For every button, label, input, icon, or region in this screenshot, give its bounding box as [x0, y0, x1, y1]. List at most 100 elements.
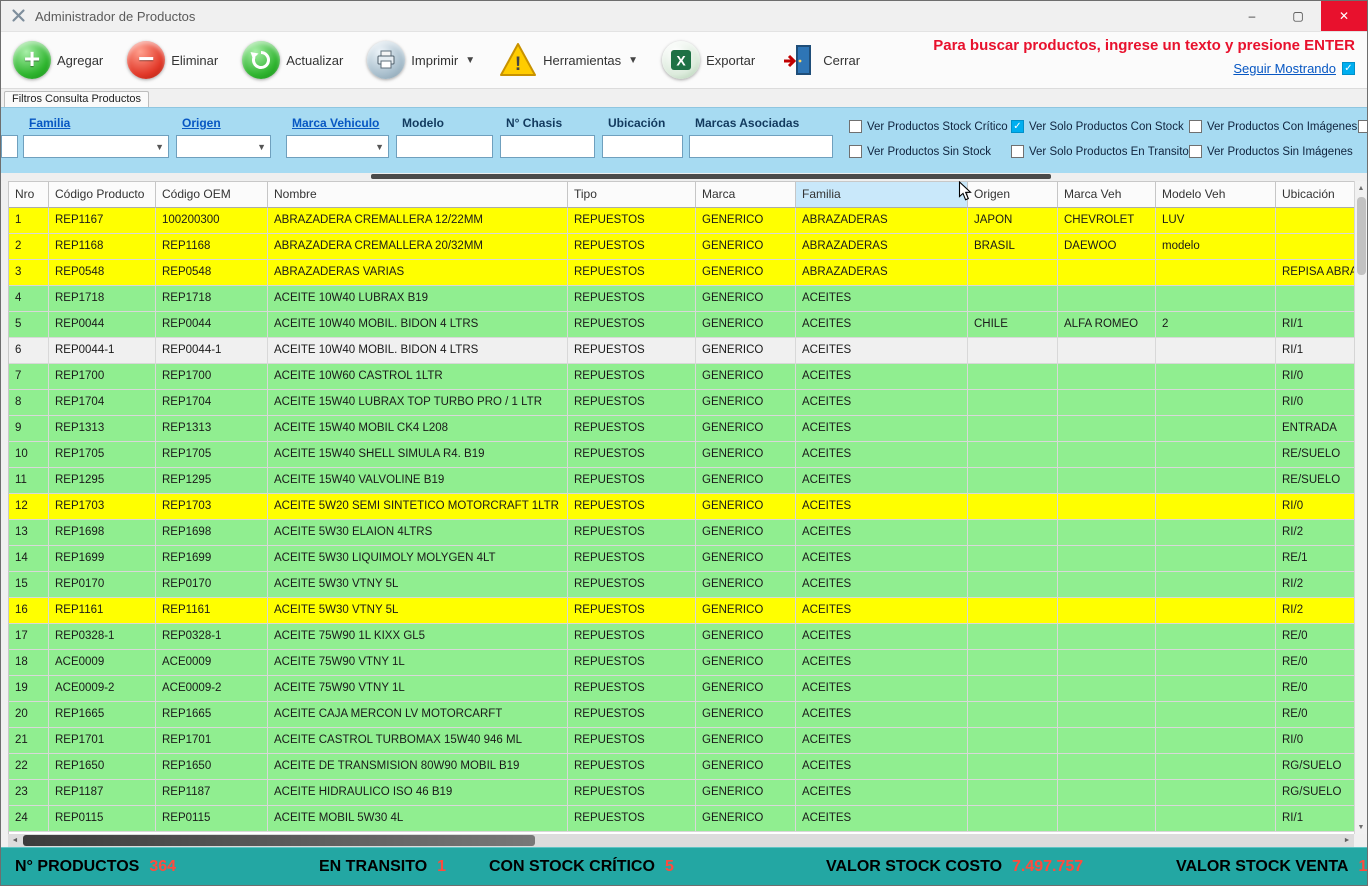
table-row[interactable]: 15REP0170REP0170ACEITE 5W30 VTNY 5LREPUE… [9, 572, 1354, 598]
table-row[interactable]: 3REP0548REP0548ABRAZADERAS VARIASREPUEST… [9, 260, 1354, 286]
cell: RI/0 [1276, 390, 1354, 416]
top-horizontal-scrollbar[interactable] [1, 173, 1367, 181]
table-row[interactable]: 14REP1699REP1699ACEITE 5W30 LIQUIMOLY MO… [9, 546, 1354, 572]
table-row[interactable]: 20REP1665REP1665ACEITE CAJA MERCON LV MO… [9, 702, 1354, 728]
table-row[interactable]: 6REP0044-1REP0044-1ACEITE 10W40 MOBIL. B… [9, 338, 1354, 364]
table-row[interactable]: 10REP1705REP1705ACEITE 15W40 SHELL SIMUL… [9, 442, 1354, 468]
table-row[interactable]: 12REP1703REP1703ACEITE 5W20 SEMI SINTETI… [9, 494, 1354, 520]
filter-input-ubicacion[interactable] [602, 135, 683, 158]
vertical-scrollbar-thumb[interactable] [1357, 197, 1366, 275]
column-header-nombre[interactable]: Nombre [268, 182, 568, 208]
table-row[interactable]: 11REP1295REP1295ACEITE 15W40 VALVOLINE B… [9, 468, 1354, 494]
checkbox-ver-productos-stock-critico[interactable]: Ver Productos Stock Crítico [849, 120, 1008, 133]
checkbox-ver-solo-productos-con-stock[interactable]: ✓Ver Solo Productos Con Stock [1011, 120, 1184, 133]
cell: REP0044-1 [49, 338, 156, 364]
maximize-button[interactable]: ▢ [1275, 1, 1321, 31]
cell: RI/2 [1276, 520, 1354, 546]
cell: GENERICO [696, 364, 796, 390]
cell: REPUESTOS [568, 416, 696, 442]
toolbar-search-area: Para buscar productos, ingrese un texto … [933, 37, 1355, 76]
column-header-marca-veh[interactable]: Marca Veh [1058, 182, 1156, 208]
cell: ACEITE DE TRANSMISION 80W90 MOBIL B19 [268, 754, 568, 780]
table-row[interactable]: 19ACE0009-2ACE0009-2ACEITE 75W90 VTNY 1L… [9, 676, 1354, 702]
column-header-familia[interactable]: Familia [796, 182, 968, 208]
cell: GENERICO [696, 416, 796, 442]
table-row[interactable]: 22REP1650REP1650ACEITE DE TRANSMISION 80… [9, 754, 1354, 780]
checkbox-ver-productos-sin-imagenes[interactable]: Ver Productos Sin Imágenes [1189, 145, 1353, 158]
table-row[interactable]: 2REP1168REP1168ABRAZADERA CREMALLERA 20/… [9, 234, 1354, 260]
table-row[interactable]: 16REP1161REP1161ACEITE 5W30 VTNY 5LREPUE… [9, 598, 1354, 624]
column-header-nro[interactable]: Nro [9, 182, 49, 208]
horizontal-scrollbar-thumb[interactable] [23, 835, 535, 846]
table-row[interactable]: 1REP1167100200300ABRAZADERA CREMALLERA 1… [9, 208, 1354, 234]
cell [1276, 208, 1354, 234]
toolbar-button-herramientas[interactable]: !Herramientas▼ [495, 39, 642, 81]
checkbox-ver-solo-productos-en-transito[interactable]: Ver Solo Productos En Transito [1011, 145, 1189, 158]
cell [1156, 338, 1276, 364]
checkbox-box [1011, 145, 1024, 158]
cell: ACEITES [796, 442, 968, 468]
toolbar-button-eliminar[interactable]: −Eliminar [123, 39, 222, 81]
filter-input-marcas-asociadas[interactable] [689, 135, 833, 158]
table-row[interactable]: 9REP1313REP1313ACEITE 15W40 MOBIL CK4 L2… [9, 416, 1354, 442]
checkbox-box [1189, 145, 1202, 158]
table-row[interactable]: 5REP0044REP0044ACEITE 10W40 MOBIL. BIDON… [9, 312, 1354, 338]
cell: RI/1 [1276, 338, 1354, 364]
column-header-codigo-producto[interactable]: Código Producto [49, 182, 156, 208]
scroll-right-icon[interactable]: ► [1340, 834, 1354, 847]
table-row[interactable]: 13REP1698REP1698ACEITE 5W30 ELAION 4LTRS… [9, 520, 1354, 546]
toolbar-button-agregar[interactable]: +Agregar [9, 39, 107, 81]
table-row[interactable]: 21REP1701REP1701ACEITE CASTROL TURBOMAX … [9, 728, 1354, 754]
table-row[interactable]: 23REP1187REP1187ACEITE HIDRAULICO ISO 46… [9, 780, 1354, 806]
cell [1156, 260, 1276, 286]
table-row[interactable]: 4REP1718REP1718ACEITE 10W40 LUBRAX B19RE… [9, 286, 1354, 312]
column-header-codigo-oem[interactable]: Código OEM [156, 182, 268, 208]
horizontal-scrollbar[interactable]: ◄ ► [8, 834, 1354, 847]
top-horizontal-scrollbar-thumb[interactable] [371, 174, 1051, 179]
filter-label-familia[interactable]: Familia [29, 116, 70, 130]
cell: JAPON [968, 208, 1058, 234]
toolbar-button-actualizar[interactable]: Actualizar [238, 39, 347, 81]
filter-select-familia[interactable]: ▼ [23, 135, 169, 158]
filter-input-n-chasis[interactable] [500, 135, 595, 158]
cell: REP1650 [156, 754, 268, 780]
filter-input-left-edge[interactable] [1, 135, 18, 158]
table-row[interactable]: 17REP0328-1REP0328-1ACEITE 75W90 1L KIXX… [9, 624, 1354, 650]
toolbar-button-cerrar[interactable]: Cerrar [775, 39, 864, 81]
minimize-button[interactable]: – [1229, 1, 1275, 31]
filter-select-marca-vehiculo[interactable]: ▼ [286, 135, 389, 158]
seguir-mostrando-checkbox[interactable]: ✓ [1342, 62, 1355, 75]
scroll-left-icon[interactable]: ◄ [8, 834, 22, 847]
filter-label-marca-vehiculo[interactable]: Marca Vehiculo [292, 116, 379, 130]
table-row[interactable]: 7REP1700REP1700ACEITE 10W60 CASTROL 1LTR… [9, 364, 1354, 390]
column-header-ubicacion[interactable]: Ubicación [1276, 182, 1354, 208]
cell [968, 520, 1058, 546]
toolbar-button-exportar[interactable]: XExportar [658, 39, 759, 81]
filter-select-origen[interactable]: ▼ [176, 135, 271, 158]
checkbox-ver-productos-con-imagenes[interactable]: Ver Productos Con Imágenes [1189, 120, 1357, 133]
checkbox-ver-productos-sin-stock[interactable]: Ver Productos Sin Stock [849, 145, 991, 158]
cell: ACEITE 5W30 VTNY 5L [268, 572, 568, 598]
cell: ACE0009 [49, 650, 156, 676]
cell [968, 676, 1058, 702]
column-header-origen[interactable]: Origen [968, 182, 1058, 208]
tab-filtros-consulta-productos[interactable]: Filtros Consulta Productos [4, 91, 149, 107]
filter-input-modelo[interactable] [396, 135, 493, 158]
cell: 1 [9, 208, 49, 234]
filter-label-origen[interactable]: Origen [182, 116, 221, 130]
close-button[interactable]: ✕ [1321, 1, 1367, 31]
column-header-modelo-veh[interactable]: Modelo Veh [1156, 182, 1276, 208]
chevron-down-icon: ▼ [628, 55, 638, 66]
cell [1156, 572, 1276, 598]
checkbox-partial-right-edge[interactable] [1358, 120, 1367, 133]
scroll-down-icon[interactable]: ▼ [1355, 820, 1368, 834]
vertical-scrollbar[interactable]: ▲ ▼ [1354, 181, 1367, 834]
seguir-mostrando-link[interactable]: Seguir Mostrando [1233, 61, 1336, 76]
table-row[interactable]: 24REP0115REP0115ACEITE MOBIL 5W30 4LREPU… [9, 806, 1354, 832]
table-row[interactable]: 8REP1704REP1704ACEITE 15W40 LUBRAX TOP T… [9, 390, 1354, 416]
table-row[interactable]: 18ACE0009ACE0009ACEITE 75W90 VTNY 1LREPU… [9, 650, 1354, 676]
column-header-tipo[interactable]: Tipo [568, 182, 696, 208]
toolbar-button-imprimir[interactable]: Imprimir▼ [363, 39, 479, 81]
column-header-marca[interactable]: Marca [696, 182, 796, 208]
scroll-up-icon[interactable]: ▲ [1355, 181, 1368, 195]
